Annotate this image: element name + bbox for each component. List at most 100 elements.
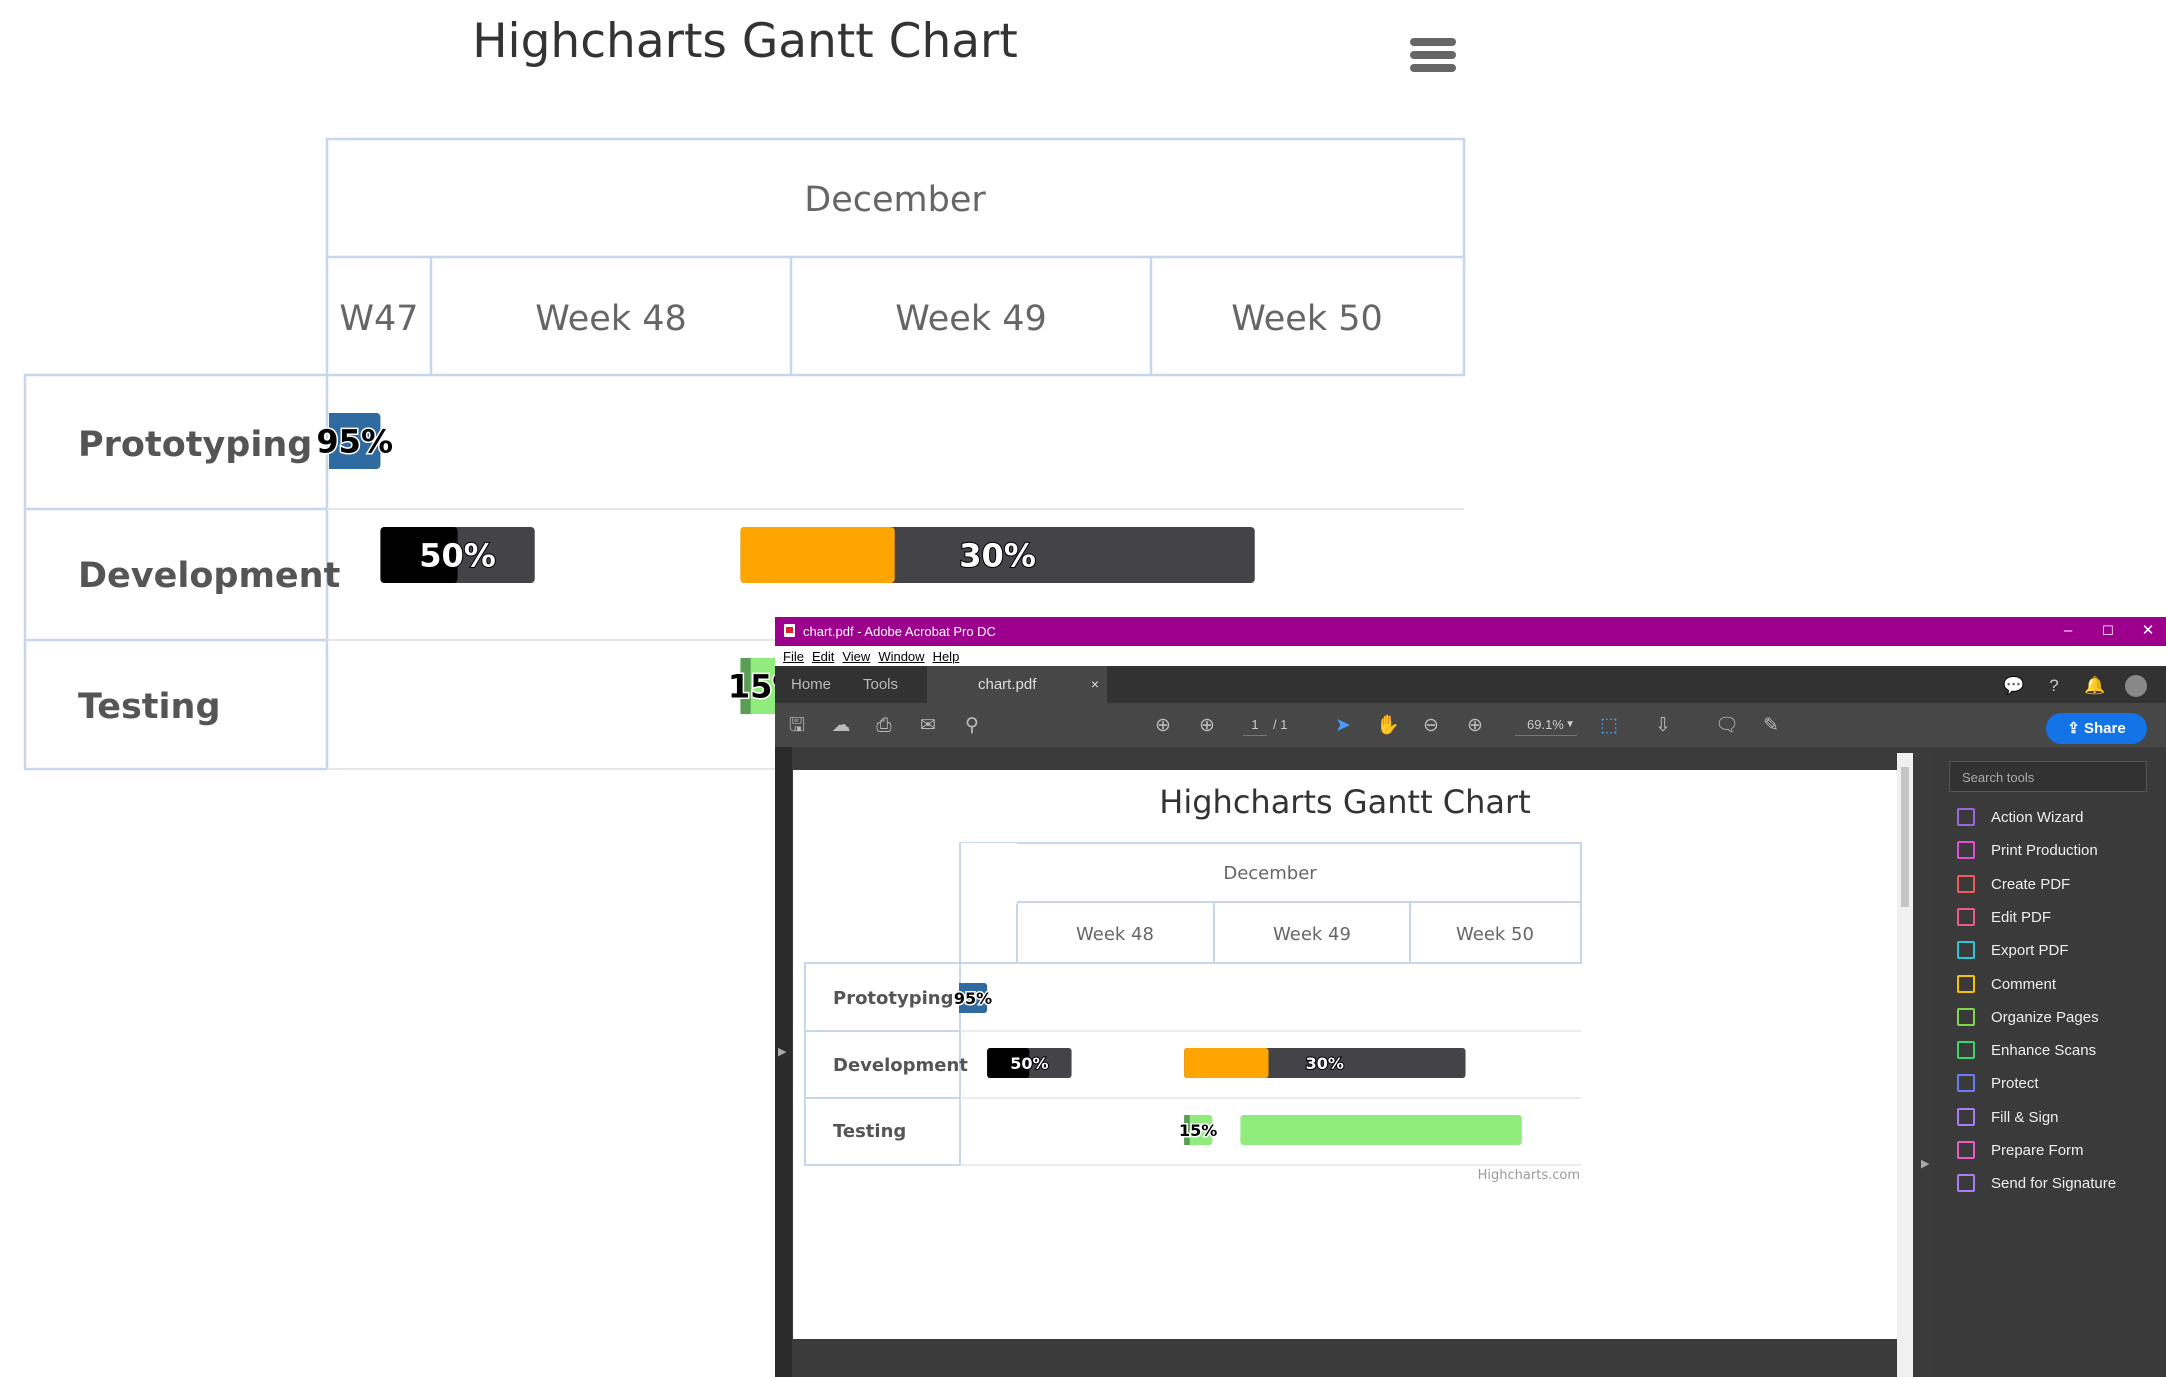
tool-print-production-icon: [1957, 841, 1975, 860]
tool-enhance-scans-icon: [1957, 1041, 1975, 1060]
search-tools-input[interactable]: Search tools: [1949, 761, 2147, 792]
tool-label: Print Production: [1991, 842, 2098, 860]
window-titlebar: chart.pdf - Adobe Acrobat Pro DC – ☐ ✕: [775, 617, 2166, 646]
tool-label: Action Wizard: [1991, 809, 2084, 826]
scrollbar-thumb[interactable]: [1901, 767, 1909, 907]
zoom-in-icon[interactable]: ⊕: [1464, 715, 1486, 737]
zoom-value: 69.1%: [1527, 717, 1564, 732]
tool-send-for-signature[interactable]: Send for Signature: [1957, 1171, 2157, 1197]
tool-label: Send for Signature: [1991, 1175, 2117, 1193]
share-label: Share: [2084, 720, 2126, 737]
collapse-right-panel-icon[interactable]: ▶: [1921, 1157, 1929, 1170]
maximize-button[interactable]: ☐: [2093, 621, 2123, 641]
tool-create-pdf-icon: [1957, 874, 1975, 893]
tool-edit-pdf[interactable]: Edit PDF: [1957, 905, 2157, 931]
tool-export-pdf[interactable]: Export PDF: [1957, 938, 2157, 964]
scroll-mode-icon[interactable]: ⇩: [1652, 715, 1674, 737]
tool-comment-icon: [1957, 974, 1975, 993]
chart-credits[interactable]: Highcharts.com: [1478, 1168, 1580, 1183]
tool-action-wizard-icon: [1957, 808, 1975, 826]
tab-tools[interactable]: Tools: [863, 666, 898, 703]
tab-bar: Home Tools chart.pdf × 💬 ? 🔔: [775, 666, 2166, 703]
close-button[interactable]: ✕: [2133, 621, 2163, 641]
tool-organize-pages[interactable]: Organize Pages: [1957, 1005, 2157, 1031]
pdf-header-week-49: Week 49: [1273, 924, 1351, 945]
task-testing-3-label: 15%: [1179, 1121, 1217, 1140]
pdf-category-development: Development: [833, 1055, 968, 1076]
category-prototyping: Prototyping: [78, 425, 312, 465]
header-week-50: Week 50: [1231, 299, 1383, 339]
hand-icon[interactable]: ✋: [1376, 715, 1400, 737]
highlight-pen-icon[interactable]: ✎: [1760, 715, 1782, 737]
task-development-2-progress: [740, 527, 895, 583]
select-arrow-icon[interactable]: ➤: [1332, 715, 1354, 737]
tool-fill-sign[interactable]: Fill & Sign: [1957, 1105, 2157, 1131]
header-week-48: Week 48: [535, 299, 687, 339]
category-development: Development: [78, 556, 340, 596]
chat-icon[interactable]: 💬: [2003, 676, 2024, 696]
menu-file[interactable]: File: [783, 649, 804, 664]
pdf-header-week-50: Week 50: [1456, 924, 1534, 945]
tool-label: Create PDF: [1991, 875, 2071, 893]
fit-page-icon[interactable]: ⬚: [1598, 715, 1620, 737]
avatar[interactable]: [2125, 675, 2147, 697]
page-down-icon[interactable]: ⊕: [1196, 715, 1218, 737]
tool-label: Enhance Scans: [1991, 1042, 2097, 1060]
gantt-chart-pdf: Highcharts Gantt Chart December Week 48 …: [804, 783, 1582, 1183]
tool-comment[interactable]: Comment: [1957, 972, 2157, 998]
tool-fill-sign-icon: [1957, 1107, 1975, 1126]
tool-send-for-signature-icon: [1957, 1174, 1975, 1193]
page-total: / 1: [1273, 717, 1288, 732]
header-week-47: W47: [339, 299, 418, 339]
tool-protect[interactable]: Protect: [1957, 1071, 2157, 1097]
menu-bar: File Edit View Window Help: [775, 646, 2166, 666]
minimize-button[interactable]: –: [2053, 621, 2083, 641]
header-week-49: Week 49: [895, 299, 1047, 339]
close-tab-icon[interactable]: ×: [1091, 666, 1099, 703]
task-development-1-label: 50%: [419, 537, 496, 575]
search-icon[interactable]: ⚲: [961, 715, 983, 737]
tab-home[interactable]: Home: [791, 666, 831, 703]
help-icon[interactable]: ?: [2044, 676, 2064, 696]
tool-prepare-form[interactable]: Prepare Form: [1957, 1138, 2157, 1164]
comment-icon[interactable]: 🗨: [1715, 715, 1739, 737]
task-development-1-label: 50%: [1010, 1054, 1048, 1073]
tab-document[interactable]: chart.pdf ×: [927, 666, 1107, 703]
zoom-out-icon[interactable]: ⊖: [1420, 715, 1442, 737]
task-development-2-label: 30%: [1306, 1054, 1344, 1073]
tool-label: Edit PDF: [1991, 908, 2052, 926]
pdf-category-prototyping: Prototyping: [833, 988, 954, 1009]
chevron-down-icon: ▼: [1565, 719, 1575, 730]
print-icon[interactable]: ⎙: [873, 715, 895, 737]
upload-cloud-icon[interactable]: ☁: [830, 715, 852, 737]
window-title: chart.pdf - Adobe Acrobat Pro DC: [803, 624, 996, 639]
pdf-page: Highcharts Gantt Chart December Week 48 …: [793, 770, 1897, 1339]
bell-icon[interactable]: 🔔: [2084, 676, 2105, 696]
page-up-icon[interactable]: ⊕: [1152, 715, 1174, 737]
tool-label: Organize Pages: [1991, 1008, 2099, 1026]
tool-prepare-form-icon: [1957, 1141, 1975, 1159]
tools-panel: Search tools Action Wizard Print Producti…: [1933, 747, 2166, 1377]
tool-enhance-scans[interactable]: Enhance Scans: [1957, 1038, 2157, 1064]
save-icon[interactable]: 🖫: [786, 715, 808, 737]
zoom-level-select[interactable]: 69.1% ▼: [1515, 715, 1577, 736]
tool-organize-pages-icon: [1957, 1007, 1975, 1026]
menu-window[interactable]: Window: [878, 649, 924, 664]
pdf-header-month: December: [1223, 863, 1317, 884]
task-testing-4-bar[interactable]: [1240, 1115, 1522, 1145]
email-icon[interactable]: ✉: [917, 715, 939, 737]
task-prototyping-0-label: 95%: [954, 989, 992, 1008]
share-button[interactable]: ⇪ Share: [2046, 713, 2147, 744]
menu-help[interactable]: Help: [933, 649, 960, 664]
menu-edit[interactable]: Edit: [812, 649, 834, 664]
category-testing: Testing: [78, 687, 221, 727]
page-number-input[interactable]: 1: [1243, 715, 1267, 736]
tool-create-pdf[interactable]: Create PDF: [1957, 872, 2157, 898]
pdf-file-icon: [784, 624, 795, 637]
menu-view[interactable]: View: [842, 649, 870, 664]
tool-action-wizard[interactable]: Action Wizard: [1957, 805, 2157, 831]
tool-protect-icon: [1957, 1074, 1975, 1093]
tool-edit-pdf-icon: [1957, 907, 1975, 926]
expand-left-panel-icon[interactable]: ▶: [778, 1045, 786, 1058]
tool-print-production[interactable]: Print Production: [1957, 838, 2157, 864]
